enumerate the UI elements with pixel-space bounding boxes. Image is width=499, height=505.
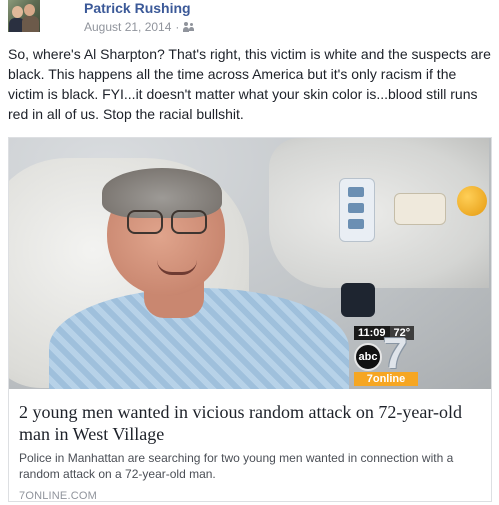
link-title[interactable]: 2 young men wanted in vicious random att… [19,401,485,445]
bed-rail-control-panel [339,178,375,242]
author-name-link[interactable]: Patrick Rushing [84,0,191,16]
orange [457,186,487,216]
abc-logo-icon: abc [354,343,382,371]
glasses [127,210,213,234]
facebook-post: Patrick Rushing August 21, 2014 · So, wh… [0,0,499,505]
link-preview-card[interactable]: 11:09 72° abc 7 7online 2 young men want… [8,137,492,502]
link-domain: 7ONLINE.COM [19,490,97,502]
post-text: So, where's Al Sharpton? That's right, t… [8,46,491,122]
post-date-link[interactable]: August 21, 2014 [84,20,171,34]
7online-tag: 7online [354,372,418,386]
meta-separator: · [175,20,180,34]
link-description: Police in Manhattan are searching for tw… [19,451,454,481]
post-meta: August 21, 2014 · [84,20,195,34]
telephone [394,193,446,225]
news-microphone [341,283,375,317]
link-preview-image[interactable]: 11:09 72° abc 7 7online [9,138,491,389]
channel-7-logo: 7 [383,329,408,378]
author-avatar[interactable] [8,0,40,32]
friends-icon[interactable] [183,22,195,32]
